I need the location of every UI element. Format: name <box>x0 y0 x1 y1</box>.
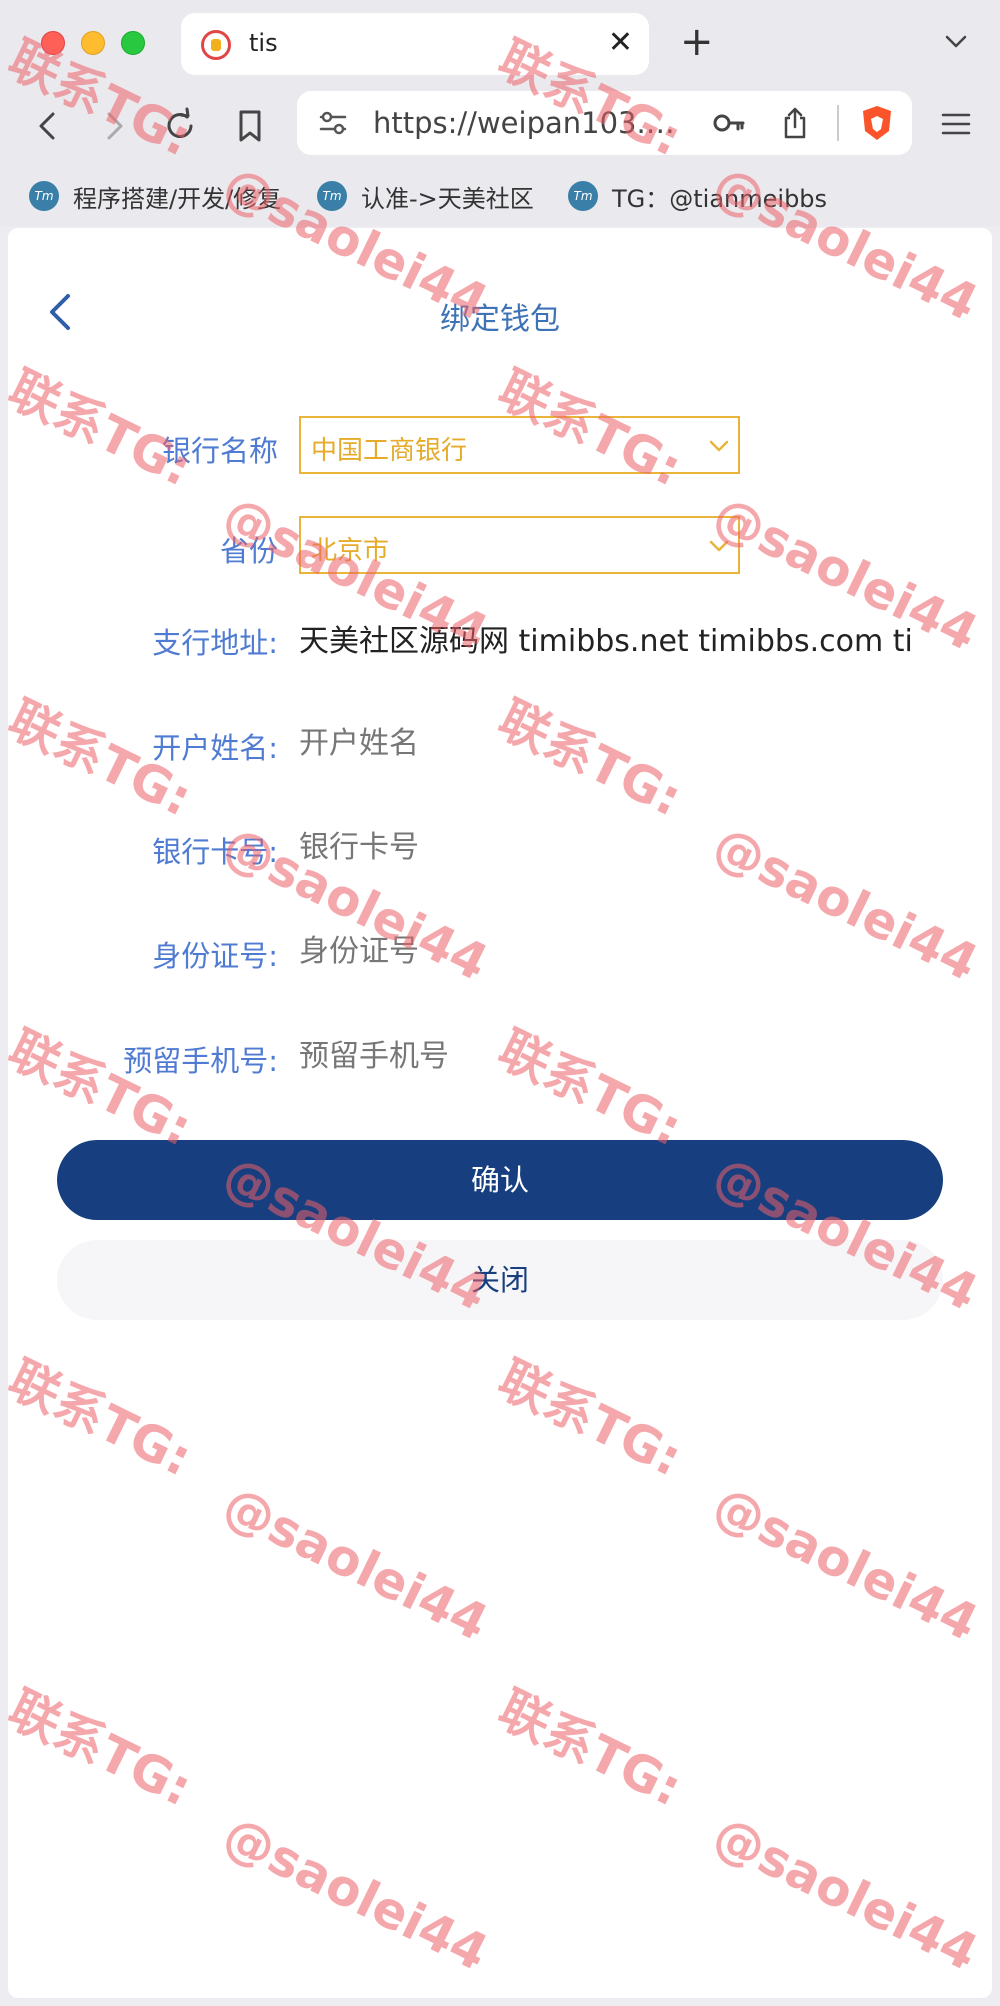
tab-title: tis <box>249 29 278 57</box>
close-button[interactable]: 关闭 <box>57 1240 943 1320</box>
holder-label: 开户姓名: <box>152 731 278 765</box>
bookmark-item[interactable]: Tm TG：@tianmeibbs <box>568 176 827 216</box>
id-label: 身份证号: <box>152 939 278 973</box>
new-tab-icon[interactable]: + <box>680 22 714 62</box>
bookmark-item[interactable]: Tm 认准->天美社区 <box>317 176 534 216</box>
bank-name-select[interactable]: 中国工商银行 <box>299 416 740 474</box>
share-icon[interactable] <box>777 105 813 141</box>
holder-row: 开户姓名: <box>8 713 992 773</box>
back-icon[interactable] <box>26 104 70 148</box>
card-number-input[interactable] <box>299 821 939 873</box>
tm-logo-icon: Tm <box>568 181 598 211</box>
card-row: 银行卡号: <box>8 817 992 877</box>
branch-label: 支行地址: <box>152 626 278 660</box>
tm-logo-icon: Tm <box>29 181 59 211</box>
bank-name-value: 中国工商银行 <box>311 436 468 466</box>
id-row: 身份证号: <box>8 921 992 981</box>
province-select[interactable]: 北京市 <box>299 516 740 574</box>
page-title: 绑定钱包 <box>440 302 560 337</box>
chevron-down-icon <box>709 540 729 552</box>
branch-row: 支行地址: <box>8 608 992 668</box>
favicon-icon <box>201 30 231 60</box>
bookmark-label: 认准->天美社区 <box>361 184 534 213</box>
forward-icon[interactable] <box>92 104 136 148</box>
phone-label: 预留手机号: <box>123 1044 278 1078</box>
key-icon[interactable] <box>711 105 747 141</box>
toolbar-divider <box>837 105 839 141</box>
province-value: 北京市 <box>311 536 390 566</box>
bookmark-icon[interactable] <box>228 104 272 148</box>
card-label: 银行卡号: <box>152 835 278 869</box>
province-row: 省份 北京市 <box>8 516 992 576</box>
zoom-window-button[interactable] <box>121 31 145 55</box>
tab-bar: tis ✕ + <box>0 0 1000 84</box>
holder-input[interactable] <box>299 717 939 769</box>
close-window-button[interactable] <box>41 31 65 55</box>
address-bar[interactable]: https://weipan103.tim... <box>297 91 912 155</box>
url-text: https://weipan103.tim... <box>373 106 683 140</box>
chevron-down-icon <box>709 440 729 452</box>
bank-name-label: 银行名称 <box>161 434 278 468</box>
brave-shield-icon[interactable] <box>857 103 897 143</box>
menu-icon[interactable] <box>940 108 972 140</box>
bookmarks-bar: Tm 程序搭建/开发/修复 Tm 认准->天美社区 Tm TG：@tianmei… <box>0 168 1000 226</box>
close-tab-icon[interactable]: ✕ <box>608 25 633 61</box>
browser-toolbar: https://weipan103.tim... <box>0 84 1000 168</box>
bank-name-row: 银行名称 中国工商银行 <box>8 416 992 476</box>
minimize-window-button[interactable] <box>81 31 105 55</box>
browser-tab[interactable]: tis ✕ <box>181 13 649 75</box>
bookmark-label: 程序搭建/开发/修复 <box>73 184 282 213</box>
province-label: 省份 <box>219 534 278 568</box>
id-number-input[interactable] <box>299 925 939 977</box>
confirm-button[interactable]: 确认 <box>57 1140 943 1220</box>
branch-input[interactable] <box>299 612 939 664</box>
bookmark-label: TG：@tianmeibbs <box>612 184 828 213</box>
site-settings-icon[interactable] <box>315 105 351 141</box>
phone-row: 预留手机号: <box>8 1026 992 1086</box>
chevron-down-icon[interactable] <box>943 28 969 54</box>
reload-icon[interactable] <box>158 104 202 148</box>
phone-input[interactable] <box>299 1030 939 1082</box>
bookmark-item[interactable]: Tm 程序搭建/开发/修复 <box>29 176 281 216</box>
page-content: 绑定钱包 银行名称 中国工商银行 省份 北京市 支行地址: 开户姓名: 银行卡号… <box>8 228 992 1998</box>
tm-logo-icon: Tm <box>317 181 347 211</box>
